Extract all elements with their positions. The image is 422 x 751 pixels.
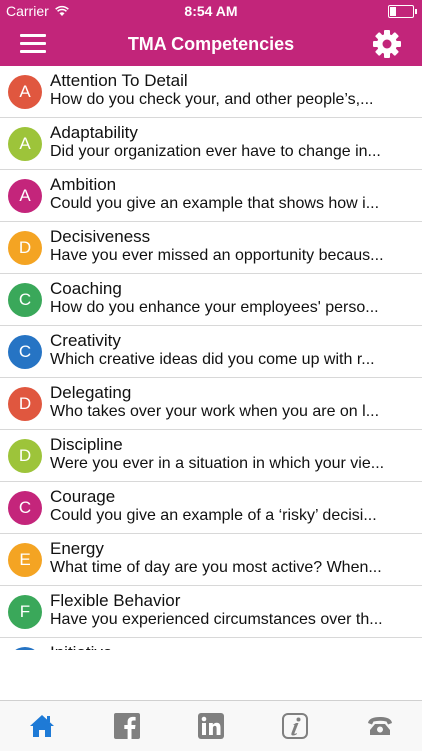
item-texts: Flexible Behavior Have you experienced ci… bbox=[50, 591, 412, 630]
avatar: A bbox=[8, 75, 42, 109]
item-description: How do you check your, and other people’… bbox=[50, 91, 374, 108]
tab-bar bbox=[0, 700, 422, 751]
list-item[interactable]: C Courage Could you give an example of a ‘… bbox=[0, 482, 422, 534]
item-name: Creativity bbox=[50, 331, 121, 350]
tab-info[interactable] bbox=[253, 701, 337, 751]
item-name: Adaptability bbox=[50, 123, 138, 142]
item-texts: Adaptability Did your organization ever h… bbox=[50, 123, 412, 162]
avatar: C bbox=[8, 283, 42, 317]
avatar: D bbox=[8, 387, 42, 421]
item-texts: Ambition Could you give an example that s… bbox=[50, 175, 412, 214]
item-name: Discipline bbox=[50, 435, 123, 454]
item-texts: Energy What time of day are you most acti… bbox=[50, 539, 412, 578]
avatar: A bbox=[8, 179, 42, 213]
avatar: D bbox=[8, 439, 42, 473]
list-item[interactable]: F Flexible Behavior Have you experienced c… bbox=[0, 586, 422, 638]
item-name: Delegating bbox=[50, 383, 132, 402]
item-texts: Discipline Were you ever in a situation i… bbox=[50, 435, 412, 474]
list-item[interactable]: D Decisiveness Have you ever missed an opp… bbox=[0, 222, 422, 274]
battery-icon bbox=[388, 5, 417, 18]
tab-linkedin[interactable] bbox=[169, 701, 253, 751]
list-item[interactable]: A Ambition Could you give an example that … bbox=[0, 170, 422, 222]
item-description: Were you ever in a situation in which yo… bbox=[50, 455, 385, 472]
list-item[interactable]: D Delegating Who takes over your work when… bbox=[0, 378, 422, 430]
phone-icon bbox=[367, 717, 392, 735]
avatar: E bbox=[8, 543, 42, 577]
item-description: Have you experienced circumstances over … bbox=[50, 611, 383, 628]
avatar: D bbox=[8, 231, 42, 265]
avatar: F bbox=[8, 595, 42, 629]
list-item[interactable]: C Coaching How do you enhance your employe… bbox=[0, 274, 422, 326]
tab-home[interactable] bbox=[0, 701, 84, 751]
item-name: Decisiveness bbox=[50, 227, 151, 246]
list-item[interactable]: D Discipline Were you ever in a situation … bbox=[0, 430, 422, 482]
info-icon bbox=[282, 713, 309, 739]
item-texts: Courage Could you give an example of a ‘r… bbox=[50, 487, 412, 526]
item-texts: Delegating Who takes over your work when … bbox=[50, 383, 412, 422]
list-item[interactable]: A Adaptability Did your organization ever … bbox=[0, 118, 422, 170]
item-texts: Decisiveness Have you ever missed an oppo… bbox=[50, 227, 412, 266]
gear-icon[interactable] bbox=[372, 29, 402, 59]
item-name: Attention To Detail bbox=[50, 71, 188, 90]
list-item[interactable]: E Energy What time of day are you most act… bbox=[0, 534, 422, 586]
item-description: What time of day are you most active? Wh… bbox=[50, 559, 382, 576]
item-name: Flexible Behavior bbox=[50, 591, 181, 610]
status-bar: Carrier 8:54 AM bbox=[0, 0, 422, 22]
item-description: Could you give an example of a ‘risky’ d… bbox=[50, 507, 377, 524]
item-name: Initiative bbox=[50, 643, 412, 650]
tab-facebook[interactable] bbox=[84, 701, 168, 751]
avatar: C bbox=[8, 335, 42, 369]
item-name: Energy bbox=[50, 539, 104, 558]
home-icon bbox=[30, 715, 55, 737]
item-texts: Creativity Which creative ideas did you c… bbox=[50, 331, 412, 370]
item-texts: Attention To Detail How do you check your… bbox=[50, 71, 412, 110]
avatar: C bbox=[8, 491, 42, 525]
item-name: Ambition bbox=[50, 175, 117, 194]
list-item[interactable]: A Attention To Detail How do you check you… bbox=[0, 66, 422, 118]
tab-phone[interactable] bbox=[338, 701, 422, 751]
list-item[interactable]: I Initiative bbox=[0, 638, 422, 650]
item-name: Courage bbox=[50, 487, 116, 506]
competency-list[interactable]: A Attention To Detail How do you check you… bbox=[0, 66, 422, 650]
item-description: How do you enhance your employees' perso… bbox=[50, 299, 379, 316]
item-description: Have you ever missed an opportunity beca… bbox=[50, 247, 384, 264]
avatar: A bbox=[8, 127, 42, 161]
item-description: Which creative ideas did you come up wit… bbox=[50, 351, 375, 368]
facebook-icon bbox=[113, 713, 140, 739]
avatar: I bbox=[8, 647, 42, 650]
item-texts: Coaching How do you enhance your employee… bbox=[50, 279, 412, 318]
item-texts: Initiative bbox=[50, 643, 412, 650]
item-description: Could you give an example that shows how… bbox=[50, 195, 380, 212]
item-name: Coaching bbox=[50, 279, 122, 298]
list-item[interactable]: C Creativity Which creative ideas did you … bbox=[0, 326, 422, 378]
item-description: Did your organization ever have to chang… bbox=[50, 143, 381, 160]
status-time: 8:54 AM bbox=[184, 3, 238, 19]
item-description: Who takes over your work when you are on… bbox=[50, 403, 380, 420]
page-title: TMA Competencies bbox=[127, 34, 295, 54]
linkedin-icon bbox=[198, 713, 225, 739]
nav-bar: TMA Competencies bbox=[0, 22, 422, 66]
